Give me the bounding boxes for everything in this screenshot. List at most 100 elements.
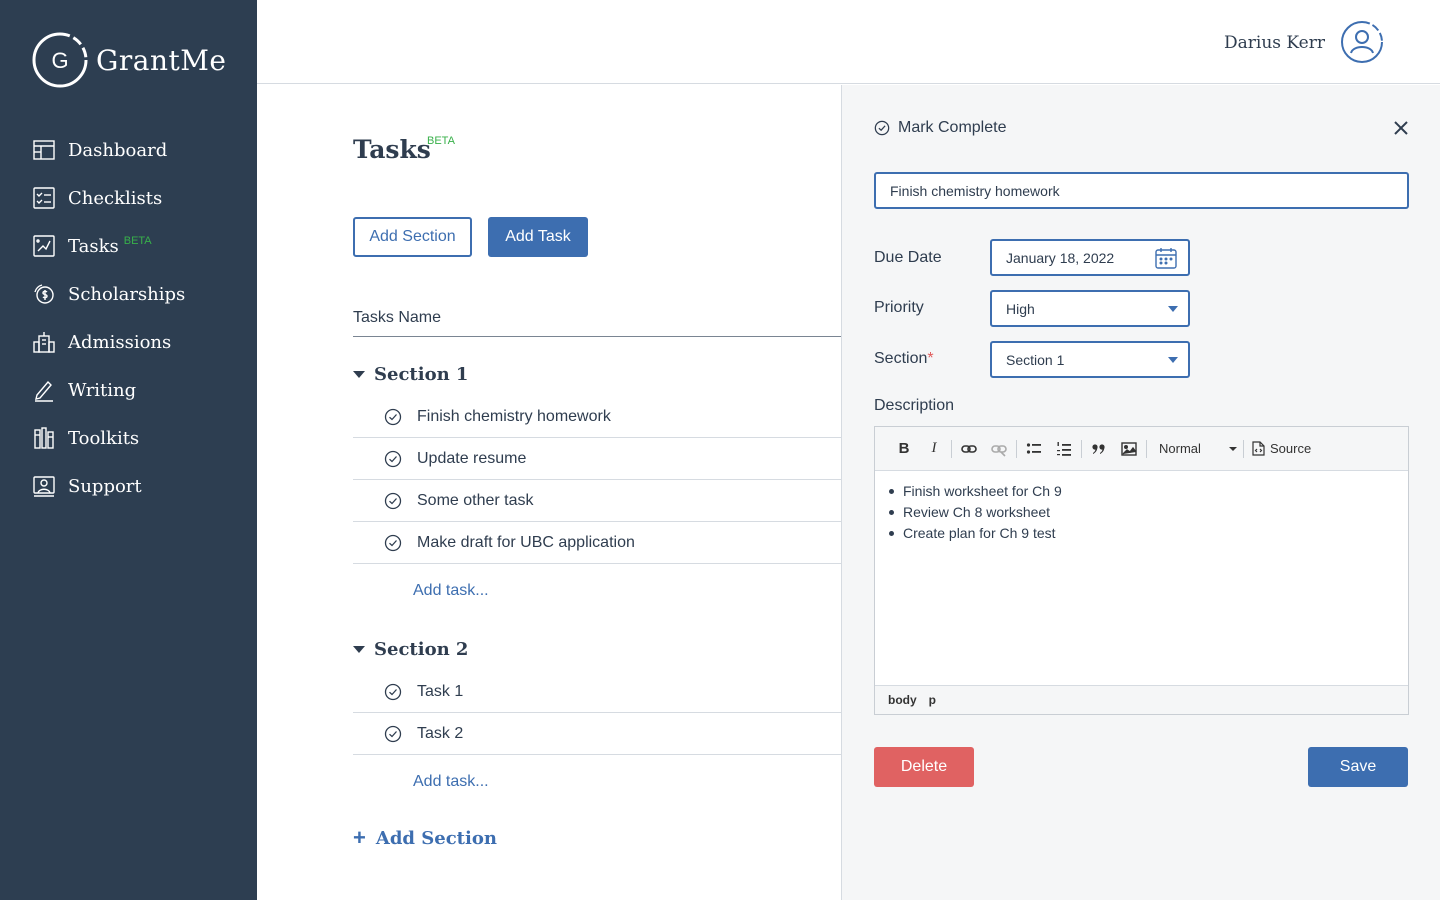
task-title-input[interactable] xyxy=(874,172,1409,209)
header-divider xyxy=(353,336,841,337)
editor-content[interactable]: Finish worksheet for Ch 9 Review Ch 8 wo… xyxy=(875,471,1408,685)
sidebar-item-writing[interactable]: Writing xyxy=(32,366,185,414)
section-header[interactable]: Section 1 xyxy=(353,364,468,385)
source-button[interactable]: Source xyxy=(1246,441,1317,456)
chevron-down-icon xyxy=(1229,446,1237,451)
pencil-icon xyxy=(32,378,56,402)
sidebar-item-toolkits[interactable]: Toolkits xyxy=(32,414,185,462)
insert-image-button[interactable] xyxy=(1114,434,1144,464)
path-item[interactable]: body xyxy=(888,693,917,707)
toolbar-divider xyxy=(951,439,952,458)
toolbar-divider xyxy=(1081,439,1082,458)
user-name[interactable]: Darius Kerr xyxy=(1224,33,1325,53)
check-circle-icon[interactable] xyxy=(384,683,402,701)
due-date-field[interactable]: January 18, 2022 xyxy=(990,239,1190,276)
beta-badge: BETA xyxy=(123,235,152,247)
section-value: Section 1 xyxy=(1006,351,1065,368)
mark-complete-button[interactable]: Mark Complete xyxy=(874,119,1006,137)
numbered-list-icon xyxy=(1057,441,1071,456)
check-circle-icon[interactable] xyxy=(384,450,402,468)
unlink-button[interactable] xyxy=(984,434,1014,464)
task-row[interactable]: Task 1 xyxy=(353,671,841,713)
sidebar-item-label: Checklists xyxy=(68,187,163,209)
beta-badge: BETA xyxy=(427,135,455,147)
rich-text-editor: B I Normal Source Finish worksheet for C… xyxy=(874,426,1409,715)
collapse-caret-icon[interactable] xyxy=(353,646,365,653)
sidebar-item-support[interactable]: Support xyxy=(32,462,185,510)
task-row[interactable]: Some other task xyxy=(353,480,841,522)
section-select[interactable]: Section 1 xyxy=(990,341,1190,378)
description-list: Finish worksheet for Ch 9 Review Ch 8 wo… xyxy=(889,481,1394,544)
bulleted-list-button[interactable] xyxy=(1019,434,1049,464)
check-circle-icon[interactable] xyxy=(384,725,402,743)
numbered-list-button[interactable] xyxy=(1049,434,1079,464)
list-item: Finish worksheet for Ch 9 xyxy=(889,481,1394,502)
sidebar-item-label: Admissions xyxy=(68,331,172,353)
blockquote-button[interactable] xyxy=(1084,434,1114,464)
quote-icon xyxy=(1092,443,1105,454)
sidebar-item-label: Scholarships xyxy=(68,283,186,305)
task-row[interactable]: Update resume xyxy=(353,438,841,480)
sidebar-item-label: Tasks xyxy=(68,235,119,257)
calendar-icon[interactable] xyxy=(1154,246,1178,270)
required-marker: * xyxy=(927,350,934,367)
top-header: Darius Kerr xyxy=(257,0,1440,84)
check-circle-icon[interactable] xyxy=(384,408,402,426)
task-row[interactable]: Finish chemistry homework xyxy=(353,396,841,438)
app-name: GrantMe xyxy=(96,43,227,77)
logo-mark-icon: G xyxy=(32,32,88,88)
add-task-link[interactable]: Add task... xyxy=(413,773,489,791)
sidebar: G GrantMe Dashboard Checklists Tasks BET… xyxy=(0,0,257,900)
link-button[interactable] xyxy=(954,434,984,464)
paragraph-format-value: Normal xyxy=(1159,441,1201,456)
collapse-caret-icon[interactable] xyxy=(353,371,365,378)
paragraph-format-select[interactable]: Normal xyxy=(1149,434,1241,464)
sidebar-item-tasks[interactable]: Tasks BETA xyxy=(32,222,185,270)
add-task-button[interactable]: Add Task xyxy=(488,217,588,257)
add-section-button[interactable]: Add Section xyxy=(353,217,472,257)
description-label: Description xyxy=(874,397,955,414)
section-label: Section* xyxy=(874,350,934,368)
source-code-icon xyxy=(1252,441,1265,456)
section-title: Section 1 xyxy=(374,364,469,385)
tasks-icon xyxy=(32,234,56,258)
link-icon xyxy=(961,444,977,453)
checklist-icon xyxy=(32,186,56,210)
task-list-area: Tasks BETA Add Section Add Task Tasks Na… xyxy=(257,85,841,900)
delete-button[interactable]: Delete xyxy=(874,747,974,787)
app-logo[interactable]: G GrantMe xyxy=(30,30,226,90)
due-date-value: January 18, 2022 xyxy=(1006,249,1115,266)
add-task-link[interactable]: Add task... xyxy=(413,582,489,600)
sidebar-item-admissions[interactable]: Admissions xyxy=(32,318,185,366)
task-row[interactable]: Make draft for UBC application xyxy=(353,522,841,564)
sidebar-item-checklists[interactable]: Checklists xyxy=(32,174,185,222)
priority-value: High xyxy=(1006,300,1035,317)
bold-button[interactable]: B xyxy=(889,434,919,464)
path-item[interactable]: p xyxy=(929,693,936,707)
list-item: Review Ch 8 worksheet xyxy=(889,502,1394,523)
sidebar-item-scholarships[interactable]: Scholarships xyxy=(32,270,185,318)
chevron-down-icon xyxy=(1168,356,1178,363)
priority-select[interactable]: High xyxy=(990,290,1190,327)
check-circle-icon[interactable] xyxy=(384,492,402,510)
user-avatar-icon[interactable] xyxy=(1341,21,1383,63)
task-name: Task 1 xyxy=(417,682,464,700)
editor-toolbar: B I Normal Source xyxy=(875,427,1408,471)
dashboard-icon xyxy=(32,138,56,162)
task-name: Finish chemistry homework xyxy=(417,407,611,425)
chevron-down-icon xyxy=(1168,305,1178,312)
toolbar-divider xyxy=(1016,439,1017,458)
sidebar-item-dashboard[interactable]: Dashboard xyxy=(32,126,185,174)
column-header-task-name[interactable]: Tasks Name xyxy=(353,309,441,327)
check-circle-icon xyxy=(874,120,890,136)
check-circle-icon[interactable] xyxy=(384,534,402,552)
task-row[interactable]: Task 2 xyxy=(353,713,841,755)
add-section-link[interactable]: + Add Section xyxy=(353,827,497,849)
close-icon[interactable] xyxy=(1392,119,1410,137)
save-button[interactable]: Save xyxy=(1308,747,1408,787)
section-title: Section 2 xyxy=(374,639,469,660)
italic-button[interactable]: I xyxy=(919,434,949,464)
section-header[interactable]: Section 2 xyxy=(353,639,468,660)
section-label-text: Section xyxy=(874,350,928,367)
plus-icon: + xyxy=(353,825,366,850)
